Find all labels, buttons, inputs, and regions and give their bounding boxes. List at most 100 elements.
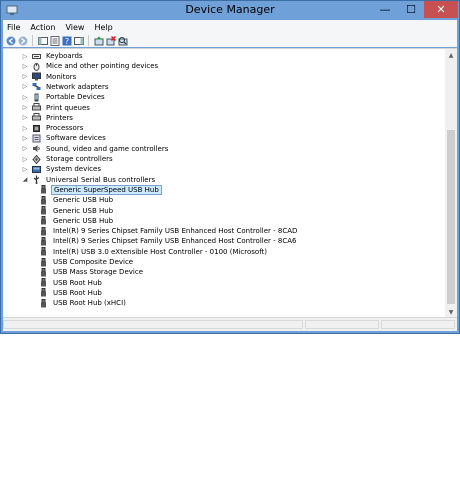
- expand-arrow-icon[interactable]: ▷: [21, 53, 29, 60]
- device-label: Generic USB Hub: [53, 216, 114, 225]
- scroll-thumb[interactable]: [447, 130, 455, 304]
- device-category[interactable]: ▷ Mice and other pointing devices: [21, 61, 160, 71]
- device-label: USB Root Hub: [53, 278, 102, 287]
- keyboard-icon: [32, 52, 41, 61]
- device-item[interactable]: USB Mass Storage Device: [39, 267, 145, 277]
- usb-plug-icon: [39, 267, 48, 277]
- status-bar: [3, 317, 457, 331]
- device-category[interactable]: ▷ Network adapters: [21, 82, 111, 92]
- expand-arrow-icon[interactable]: ▷: [21, 83, 29, 90]
- software-device-icon: [32, 134, 41, 143]
- expand-arrow-icon[interactable]: ▷: [21, 114, 29, 121]
- device-label: Portable Devices: [46, 93, 105, 102]
- close-button[interactable]: ✕: [424, 1, 458, 18]
- device-tree-pane: ▷ Keyboards ▷ Mice and other pointing devic…: [3, 48, 457, 318]
- device-category[interactable]: ◢ Universal Serial Bus controllers: [21, 175, 157, 185]
- device-label: Processors: [46, 124, 84, 133]
- menu-action[interactable]: Action: [26, 23, 61, 32]
- device-item[interactable]: Generic USB Hub: [39, 216, 115, 226]
- menu-bar: File Action View Help: [3, 20, 457, 34]
- help-icon[interactable]: ?: [61, 35, 72, 46]
- expand-arrow-icon[interactable]: ▷: [21, 145, 29, 152]
- expand-arrow-icon[interactable]: ▷: [21, 63, 29, 70]
- maximize-button[interactable]: ☐: [398, 1, 424, 18]
- vertical-scrollbar[interactable]: ▲ ▼: [445, 49, 457, 318]
- device-item[interactable]: USB Root Hub: [39, 288, 104, 298]
- expand-arrow-icon[interactable]: ▷: [21, 125, 29, 132]
- usb-plug-icon: [39, 298, 48, 308]
- uninstall-icon[interactable]: [105, 35, 116, 46]
- show-hide-console-tree-icon[interactable]: [37, 35, 48, 46]
- usb-plug-icon: [39, 278, 48, 287]
- menu-help[interactable]: Help: [90, 23, 118, 32]
- expand-arrow-icon[interactable]: ▷: [21, 135, 29, 142]
- device-category[interactable]: ▷ Print queues: [21, 103, 92, 113]
- monitor-icon: [32, 72, 41, 81]
- device-category[interactable]: ▷ Monitors: [21, 72, 78, 82]
- device-label: USB Mass Storage Device: [53, 268, 143, 277]
- usb-plug-icon: [39, 195, 48, 205]
- status-cell: [381, 320, 455, 329]
- action-pane-icon[interactable]: [73, 35, 84, 46]
- storage-icon: [32, 154, 41, 164]
- device-category[interactable]: ▷ Processors: [21, 123, 85, 133]
- device-category[interactable]: ▷ Keyboards: [21, 51, 85, 61]
- title-bar[interactable]: Device Manager — ☐ ✕: [1, 1, 459, 20]
- device-label: Sound, video and game controllers: [46, 144, 169, 153]
- expand-arrow-icon[interactable]: ▷: [21, 156, 29, 163]
- device-item[interactable]: Intel(R) 9 Series Chipset Family USB Enh…: [39, 236, 298, 246]
- device-label: Network adapters: [46, 82, 109, 91]
- device-item[interactable]: USB Root Hub (xHCI): [39, 298, 128, 308]
- device-item[interactable]: USB Root Hub: [39, 278, 104, 288]
- scroll-up-icon[interactable]: ▲: [445, 49, 457, 61]
- device-item[interactable]: Generic USB Hub: [39, 206, 115, 216]
- device-category[interactable]: ▷ Software devices: [21, 133, 108, 143]
- expand-arrow-icon[interactable]: ▷: [21, 94, 29, 101]
- device-category[interactable]: ▷ System devices: [21, 164, 103, 174]
- device-item[interactable]: USB Composite Device: [39, 257, 135, 267]
- device-item[interactable]: Generic USB Hub: [39, 195, 115, 205]
- collapse-arrow-icon[interactable]: ◢: [21, 176, 29, 183]
- menu-view[interactable]: View: [61, 23, 90, 32]
- properties-icon[interactable]: [49, 35, 60, 46]
- toolbar-separator: [88, 35, 89, 46]
- update-driver-icon[interactable]: [93, 35, 104, 46]
- usb-plug-icon: [39, 216, 48, 225]
- toolbar: ?: [3, 34, 457, 47]
- minimize-button[interactable]: —: [372, 1, 398, 18]
- status-cell: [305, 320, 379, 329]
- device-label: Universal Serial Bus controllers: [46, 175, 156, 184]
- system-device-icon: [32, 165, 41, 174]
- device-label: USB Root Hub (xHCI): [53, 299, 126, 308]
- back-icon[interactable]: [5, 35, 16, 46]
- scan-hardware-icon[interactable]: [117, 35, 128, 46]
- usb-plug-icon: [39, 226, 48, 236]
- processor-icon: [32, 124, 41, 133]
- expand-arrow-icon[interactable]: ▷: [21, 166, 29, 173]
- device-label: Software devices: [46, 134, 106, 143]
- usb-plug-icon: [39, 206, 48, 215]
- device-item[interactable]: Intel(R) 9 Series Chipset Family USB Enh…: [39, 226, 299, 236]
- printer-icon: [32, 103, 41, 112]
- sound-icon: [32, 144, 41, 153]
- usb-plug-icon: [39, 185, 48, 194]
- device-category[interactable]: ▷ Printers: [21, 113, 75, 123]
- device-label: Keyboards: [46, 52, 83, 60]
- device-label: Generic USB Hub: [53, 206, 114, 215]
- svg-text:?: ?: [64, 37, 68, 46]
- device-label: Intel(R) 9 Series Chipset Family USB Enh…: [53, 237, 297, 246]
- device-label: Generic SuperSpeed USB Hub: [51, 184, 162, 195]
- device-label: USB Composite Device: [53, 258, 134, 266]
- device-category[interactable]: ▷ Storage controllers: [21, 154, 115, 164]
- forward-icon[interactable]: [17, 35, 28, 46]
- usb-plug-icon: [39, 257, 48, 267]
- portable-device-icon: [32, 93, 41, 102]
- device-item[interactable]: Generic SuperSpeed USB Hub: [39, 184, 162, 195]
- device-category[interactable]: ▷ Portable Devices: [21, 92, 107, 102]
- device-item[interactable]: Intel(R) USB 3.0 eXtensible Host Control…: [39, 247, 269, 257]
- usb-icon: [32, 175, 41, 185]
- expand-arrow-icon[interactable]: ▷: [21, 73, 29, 80]
- menu-file[interactable]: File: [3, 23, 26, 32]
- expand-arrow-icon[interactable]: ▷: [21, 104, 29, 111]
- device-category[interactable]: ▷ Sound, video and game controllers: [21, 144, 170, 154]
